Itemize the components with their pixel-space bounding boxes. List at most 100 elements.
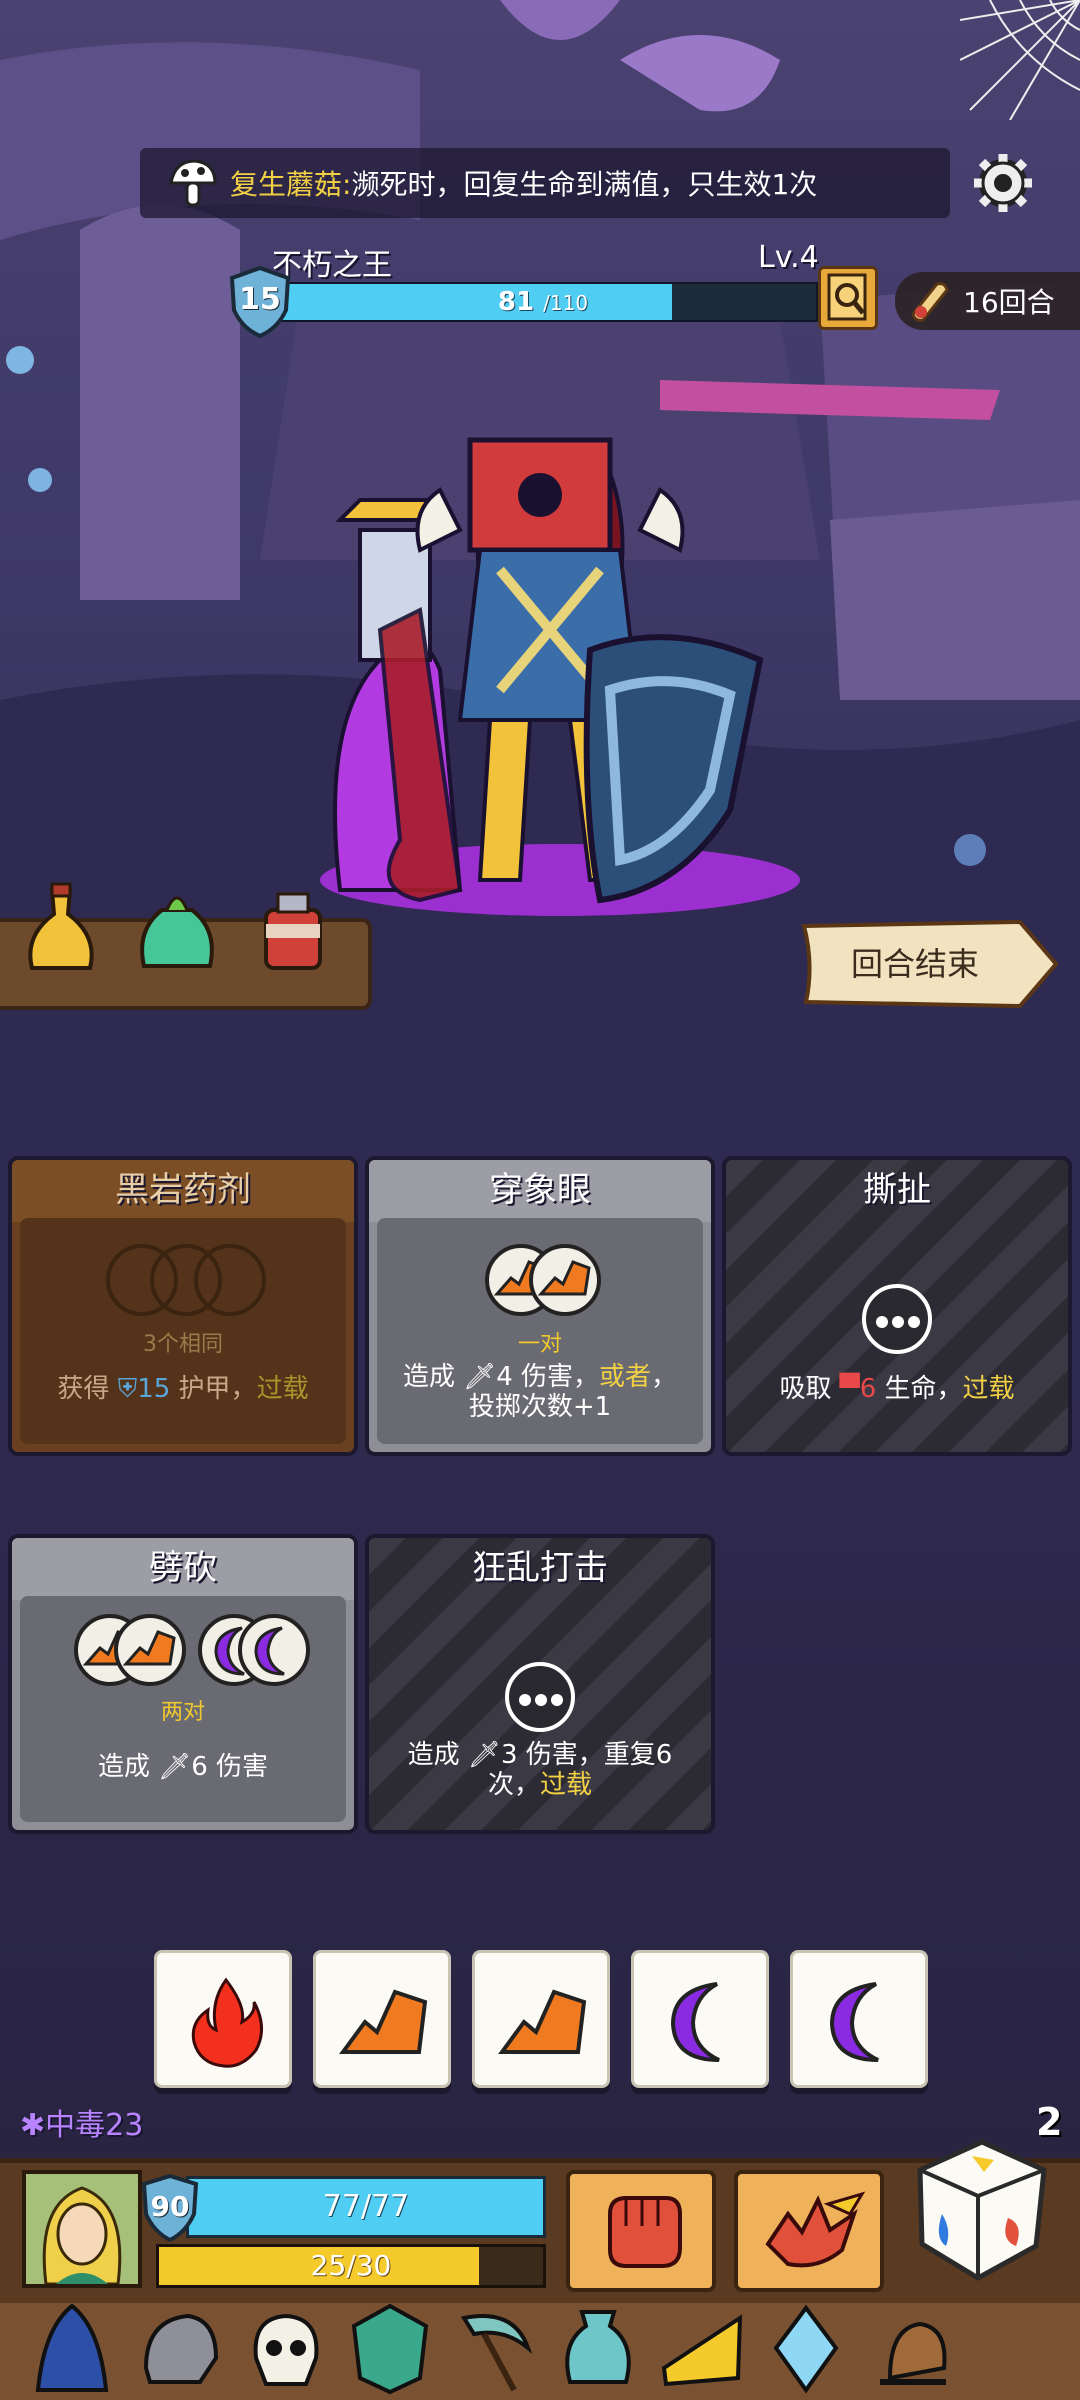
moon-icon — [254, 1626, 285, 1676]
card-description: 吸取 ▀6 生命，过载 — [742, 1374, 1052, 1404]
rock-icon — [122, 1630, 176, 1666]
potion-green-icon[interactable] — [132, 880, 222, 980]
card-description: 获得 ⛨15 护甲，过载 — [36, 1374, 330, 1404]
skill-explosion-button[interactable] — [734, 2170, 884, 2292]
player-armor-shield: 90 — [140, 2173, 200, 2243]
card-description: 造成 🗡6 伤害 — [36, 1752, 330, 1782]
desc-value: 3 — [500, 1740, 518, 1770]
sword-mini-icon: 🗡 — [158, 1752, 192, 1782]
any-dice-slot — [505, 1662, 575, 1732]
desc-keyword: 过载 — [962, 1374, 1015, 1404]
relic-effect-banner: 复生蘑菇: 濒死时，回复生命到满值，只生效1次 — [140, 148, 950, 218]
die-fire[interactable] — [154, 1950, 292, 2088]
desc-value: 4 — [496, 1362, 513, 1392]
shield-mini-icon: ⛨ — [117, 1374, 138, 1404]
poison-status[interactable]: ✱中毒23 — [20, 2100, 143, 2144]
potion-yellow-icon[interactable] — [16, 880, 106, 980]
boss-armor-value: 15 — [239, 282, 281, 317]
relic-mask-icon[interactable] — [340, 2298, 440, 2398]
die-rock[interactable] — [313, 1950, 451, 2088]
relic-crystal-icon[interactable] — [756, 2298, 856, 2398]
desc-value: 6 — [191, 1752, 208, 1782]
sword-mini-icon: 🗡 — [463, 1362, 497, 1392]
die-rock[interactable] — [472, 1950, 610, 2088]
desc-part: 伤害 — [207, 1752, 269, 1782]
desc-part: 伤害， — [512, 1362, 600, 1392]
moon-icon — [829, 1982, 879, 2062]
moon-dice-slot — [238, 1614, 310, 1686]
player-armor-value: 90 — [150, 2190, 190, 2223]
player-avatar[interactable] — [22, 2170, 142, 2288]
card-title: 狂乱打击 — [472, 1548, 608, 1588]
relic-skull-icon[interactable] — [236, 2298, 336, 2398]
boss-level: Lv.4 — [758, 240, 819, 275]
die-moon[interactable] — [790, 1950, 928, 2088]
card-black-rock-potion[interactable]: 黑岩药剂 3个相同 获得 ⛨15 护甲，过载 — [8, 1156, 358, 1456]
player-energy-text: 25/30 — [310, 2249, 392, 2282]
die-moon[interactable] — [631, 1950, 769, 2088]
player-hp-bar: 77/77 — [186, 2176, 546, 2238]
relic-helmet-icon[interactable] — [130, 2298, 230, 2398]
fist-icon — [608, 2196, 682, 2268]
reroll-die-button[interactable] — [912, 2134, 1052, 2284]
desc-part: 造成 — [97, 1752, 159, 1782]
settings-gear-icon[interactable] — [968, 148, 1038, 218]
end-turn-button[interactable]: 回合结束 — [800, 918, 1060, 1010]
potion-red-icon[interactable] — [248, 880, 338, 980]
relic-vase-icon[interactable] — [548, 2298, 648, 2398]
banner-item-name: 复生蘑菇: — [230, 168, 352, 201]
relic-bell-icon[interactable] — [860, 2298, 960, 2398]
boss-intent-button[interactable] — [818, 266, 878, 330]
card-title: 撕扯 — [863, 1170, 931, 1210]
relic-cloak-icon[interactable] — [22, 2298, 122, 2398]
desc-part: 造成 — [407, 1740, 468, 1770]
rock-icon — [537, 1260, 591, 1296]
card-body: 两对 造成 🗡6 伤害 — [20, 1596, 346, 1822]
any-dice-slot — [862, 1284, 932, 1354]
desc-value: 15 — [137, 1374, 171, 1404]
card-body: 一对 造成 🗡4 伤害，或者，投掷次数+1 — [377, 1218, 703, 1444]
boss-hp-current: 81 — [497, 287, 535, 317]
relic-scythe-icon[interactable] — [444, 2298, 544, 2398]
desc-keyword: 过载 — [540, 1770, 593, 1800]
card-title: 穿象眼 — [369, 1160, 711, 1222]
card-title: 劈砍 — [12, 1538, 354, 1600]
round-counter-text: 16回合 — [963, 286, 1055, 319]
card-frenzy-strike[interactable]: 狂乱打击 造成 🗡3 伤害，重复6次，过载 — [365, 1534, 715, 1834]
card-chop[interactable]: 劈砍 两对 造成 🗡6 伤害 — [8, 1534, 358, 1834]
card-requirement: 一对 — [517, 1332, 562, 1357]
cobweb-decoration — [960, 0, 1080, 120]
poison-status-text: 中毒23 — [45, 2108, 144, 2143]
rock-dice-slot — [529, 1244, 601, 1316]
boss-hp-bar: 81 /110 — [268, 282, 818, 322]
relic-cheese-icon[interactable] — [652, 2298, 752, 2398]
desc-keyword: 或者 — [599, 1362, 652, 1392]
mushroom-icon — [169, 159, 217, 207]
card-description: 造成 🗡4 伤害，或者，投掷次数+1 — [393, 1362, 687, 1422]
desc-part: 获得 — [57, 1374, 118, 1404]
card-requirement: 3个相同 — [143, 1332, 223, 1357]
boss-hp-text: 81 /110 — [270, 284, 816, 321]
avatar-portrait — [26, 2174, 138, 2286]
skill-fist-button[interactable] — [566, 2170, 716, 2292]
rock-icon — [498, 1989, 587, 2054]
end-turn-label: 回合结束 — [850, 945, 979, 983]
undead-king-boss-sprite[interactable] — [300, 420, 820, 940]
vampire-mini-icon: ▀ — [839, 1374, 860, 1404]
moon-icon — [670, 1982, 720, 2062]
player-hp-text: 77/77 — [322, 2189, 410, 2224]
desc-part: 生命， — [876, 1374, 963, 1404]
rock-dice-slot — [114, 1614, 186, 1686]
desc-value: 6 — [859, 1374, 877, 1404]
rock-icon — [339, 1989, 428, 2054]
banner-item-desc: 濒死时，回复生命到满值，只生效1次 — [351, 168, 818, 201]
dice-slot-empty — [194, 1244, 266, 1316]
sword-mini-icon: 🗡 — [467, 1740, 501, 1770]
explosion-icon — [765, 2191, 866, 2268]
fire-icon — [191, 1977, 263, 2068]
card-pierce-eye[interactable]: 穿象眼 一对 造成 🗡4 伤害，或者，投掷次数+1 — [365, 1156, 715, 1456]
scroll-icon — [911, 282, 949, 322]
desc-keyword: 过载 — [256, 1374, 309, 1404]
card-body: 3个相同 获得 ⛨15 护甲，过载 — [20, 1218, 346, 1444]
card-tear[interactable]: 撕扯 吸取 ▀6 生命，过载 — [722, 1156, 1072, 1456]
